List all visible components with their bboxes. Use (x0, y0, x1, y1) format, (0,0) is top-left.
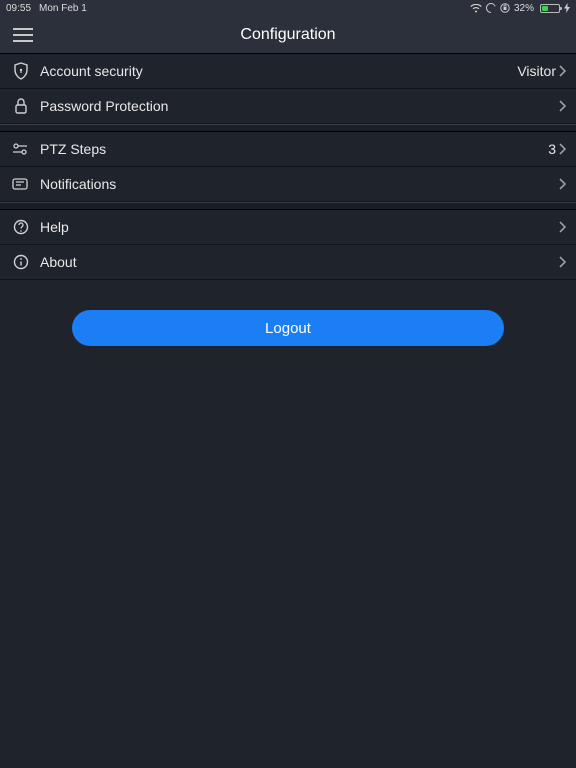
row-label: PTZ Steps (40, 141, 548, 157)
row-label: Password Protection (40, 98, 558, 114)
chevron-right-icon (558, 221, 566, 233)
hamburger-icon (13, 28, 33, 42)
row-help[interactable]: Help (0, 210, 576, 245)
status-time: 09:55 (6, 3, 31, 14)
status-date: Mon Feb 1 (39, 3, 87, 14)
row-account-security[interactable]: Account security Visitor (0, 54, 576, 89)
row-label: Account security (40, 63, 517, 79)
help-icon (10, 219, 32, 235)
shield-icon (10, 62, 32, 80)
charging-icon (564, 3, 570, 13)
row-password-protection[interactable]: Password Protection (0, 89, 576, 124)
nav-bar: Configuration (0, 16, 576, 54)
row-label: Notifications (40, 176, 558, 192)
logout-button[interactable]: Logout (72, 310, 504, 346)
chevron-right-icon (558, 100, 566, 112)
battery-percent: 32% (514, 3, 534, 14)
row-value: 3 (548, 141, 556, 157)
chevron-right-icon (558, 143, 566, 155)
chevron-right-icon (558, 65, 566, 77)
wifi-icon (470, 4, 482, 13)
page-title: Configuration (0, 26, 576, 44)
row-notifications[interactable]: Notifications (0, 167, 576, 202)
chevron-right-icon (558, 178, 566, 190)
row-about[interactable]: About (0, 245, 576, 280)
ptz-icon (10, 142, 32, 156)
section-divider (0, 124, 576, 132)
row-value: Visitor (517, 63, 556, 79)
chevron-right-icon (558, 256, 566, 268)
sync-icon (486, 3, 496, 13)
menu-button[interactable] (8, 20, 38, 50)
section-divider (0, 202, 576, 210)
info-icon (10, 254, 32, 270)
lock-icon (10, 97, 32, 115)
row-ptz-steps[interactable]: PTZ Steps 3 (0, 132, 576, 167)
row-label: About (40, 254, 558, 270)
row-label: Help (40, 219, 558, 235)
orientation-lock-icon (500, 3, 510, 13)
battery-icon (538, 4, 560, 13)
settings-list: Account security Visitor Password Protec… (0, 54, 576, 280)
notification-icon (10, 177, 32, 191)
status-bar: 09:55 Mon Feb 1 32% (0, 0, 576, 16)
